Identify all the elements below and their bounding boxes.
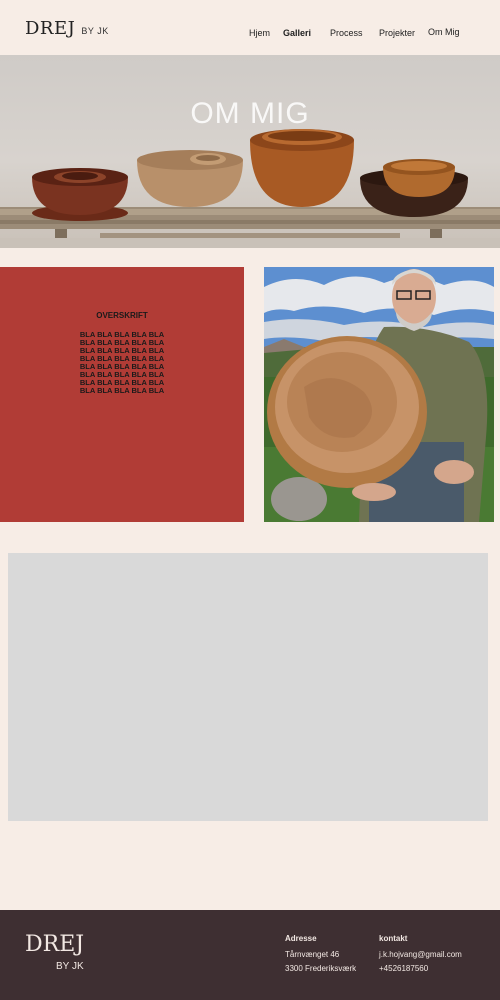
nav-item-om-mig[interactable]: Om Mig [428, 27, 460, 37]
nav-item-galleri[interactable]: Galleri [283, 28, 311, 38]
contact-heading: kontakt [379, 934, 408, 943]
contact-email-link[interactable]: j.k.hojvang@gmail.com [379, 948, 462, 962]
nav-item-hjem[interactable]: Hjem [249, 28, 270, 38]
hero-bowls-image [0, 129, 500, 248]
nav-item-process[interactable]: Process [330, 28, 363, 38]
footer-address: Adresse Tårnvænget 46 3300 Frederiksværk [285, 932, 356, 976]
about-text-block: OVERSKRIFT BLA BLA BLA BLA BLA BLA BLA B… [0, 267, 244, 522]
section-body: BLA BLA BLA BLA BLA BLA BLA BLA BLA BLA … [0, 331, 244, 395]
footer-logo-byline: BY JK [56, 961, 84, 972]
portrait-photo [264, 267, 494, 522]
hero-banner: OM MIG [0, 55, 500, 248]
footer-logo-wordmark[interactable]: DREJ [25, 932, 84, 957]
nav-item-projekter[interactable]: Projekter [379, 28, 415, 38]
page-title: OM MIG [190, 97, 310, 130]
content-placeholder [8, 553, 488, 821]
footer-contact: kontakt j.k.hojvang@gmail.com +452618756… [379, 932, 462, 976]
site-header: DREJ BY JK Hjem Galleri Process Projekte… [0, 0, 500, 55]
main-nav: Hjem Galleri Process Projekter Om Mig [0, 27, 500, 42]
section-heading: OVERSKRIFT [96, 311, 148, 320]
address-line-1: Tårnvænget 46 [285, 950, 340, 959]
contact-phone-link[interactable]: +4526187560 [379, 962, 462, 976]
address-line-2: 3300 Frederiksværk [285, 964, 357, 973]
body-line: BLA BLA BLA BLA BLA [79, 386, 165, 395]
site-footer: DREJ BY JK Adresse Tårnvænget 46 3300 Fr… [0, 910, 500, 1000]
address-heading: Adresse [285, 934, 317, 943]
